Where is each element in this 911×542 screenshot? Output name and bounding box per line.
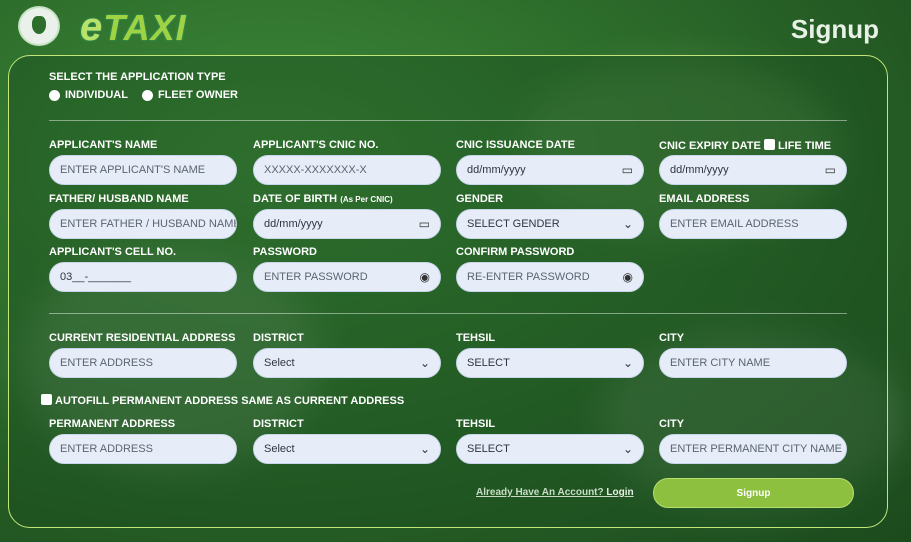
permanent-district-label: DISTRICT (253, 418, 304, 430)
cnic-expiry-label: CNIC EXPIRY DATE LIFE TIME (659, 139, 832, 152)
cnic-expiry-date-input[interactable]: dd/mm/yyyy ▭ (659, 155, 847, 185)
dob-label: DATE OF BIRTH (As Per CNIC) (253, 193, 393, 205)
father-name-label: FATHER/ HUSBAND NAME (49, 193, 189, 205)
cell-label: APPLICANT'S CELL NO. (49, 246, 177, 258)
cnic-issuance-date-input[interactable]: dd/mm/yyyy ▭ (456, 155, 644, 185)
eye-icon[interactable]: ◉ (420, 270, 430, 284)
cell-input[interactable]: 03__-_______ (49, 262, 237, 292)
application-type-radios: INDIVIDUAL FLEET OWNER (49, 89, 238, 101)
autofill-checkbox[interactable] (41, 394, 52, 405)
email-input[interactable]: ENTER EMAIL ADDRESS (659, 209, 847, 239)
chevron-down-icon: ⌄ (419, 442, 430, 456)
current-tehsil-label: TEHSIL (456, 332, 496, 344)
chevron-down-icon: ⌄ (622, 442, 633, 456)
government-emblem-icon (18, 6, 60, 46)
dob-input[interactable]: dd/mm/yyyy ▭ (253, 209, 441, 239)
page-title: Signup (790, 14, 879, 44)
permanent-district-select[interactable]: Select ⌄ (253, 434, 441, 464)
current-address-input[interactable]: ENTER ADDRESS (49, 348, 237, 378)
current-tehsil-select[interactable]: SELECT ⌄ (456, 348, 644, 378)
current-district-label: DISTRICT (253, 332, 304, 344)
father-name-input[interactable]: ENTER FATHER / HUSBAND NAME (49, 209, 237, 239)
signup-button[interactable]: Signup (653, 478, 854, 508)
divider (49, 313, 847, 314)
eye-icon[interactable]: ◉ (623, 270, 633, 284)
password-input[interactable]: ENTER PASSWORD ◉ (253, 262, 441, 292)
radio-fleet-owner[interactable]: FLEET OWNER (141, 89, 238, 101)
radio-icon (141, 89, 153, 101)
applicant-name-input[interactable]: ENTER APPLICANT'S NAME (49, 155, 237, 185)
current-city-label: CITY (659, 332, 685, 344)
chevron-down-icon: ⌄ (419, 356, 430, 370)
permanent-city-label: CITY (659, 418, 685, 430)
login-link[interactable]: Login (606, 487, 633, 498)
current-district-select[interactable]: Select ⌄ (253, 348, 441, 378)
chevron-down-icon: ⌄ (622, 217, 633, 231)
calendar-icon[interactable]: ▭ (419, 217, 430, 231)
calendar-icon[interactable]: ▭ (622, 163, 633, 177)
cnic-label: APPLICANT'S CNIC NO. (253, 139, 379, 151)
etaxi-logo: eTAXI (80, 5, 187, 49)
chevron-down-icon: ⌄ (622, 356, 633, 370)
calendar-icon[interactable]: ▭ (825, 163, 836, 177)
permanent-address-label: PERMANENT ADDRESS (49, 418, 176, 430)
current-address-label: CURRENT RESIDENTIAL ADDRESS (49, 332, 236, 344)
permanent-address-input[interactable]: ENTER ADDRESS (49, 434, 237, 464)
password-label: PASSWORD (253, 246, 317, 258)
lifetime-checkbox[interactable] (763, 139, 775, 150)
cnic-input[interactable]: XXXXX-XXXXXXX-X (253, 155, 441, 185)
permanent-city-input[interactable]: ENTER PERMANENT CITY NAME (659, 434, 847, 464)
confirm-password-label: CONFIRM PASSWORD (456, 246, 575, 258)
already-have-account-link[interactable]: Already Have An Account? Login (476, 487, 634, 498)
autofill-row[interactable]: AUTOFILL PERMANENT ADDRESS SAME AS CURRE… (41, 394, 404, 407)
gender-label: GENDER (456, 193, 504, 205)
current-city-input[interactable]: ENTER CITY NAME (659, 348, 847, 378)
divider (49, 120, 847, 121)
radio-icon (49, 89, 60, 101)
applicant-name-label: APPLICANT'S NAME (49, 139, 158, 151)
permanent-tehsil-select[interactable]: SELECT ⌄ (456, 434, 644, 464)
permanent-tehsil-label: TEHSIL (456, 418, 496, 430)
email-label: EMAIL ADDRESS (659, 193, 750, 205)
confirm-password-input[interactable]: RE-ENTER PASSWORD ◉ (456, 262, 644, 292)
cnic-issuance-label: CNIC ISSUANCE DATE (456, 139, 575, 151)
radio-individual[interactable]: INDIVIDUAL (49, 89, 128, 101)
top-bar: eTAXI Signup (0, 0, 911, 55)
gender-select[interactable]: SELECT GENDER ⌄ (456, 209, 644, 239)
application-type-label: SELECT THE APPLICATION TYPE (49, 71, 226, 83)
